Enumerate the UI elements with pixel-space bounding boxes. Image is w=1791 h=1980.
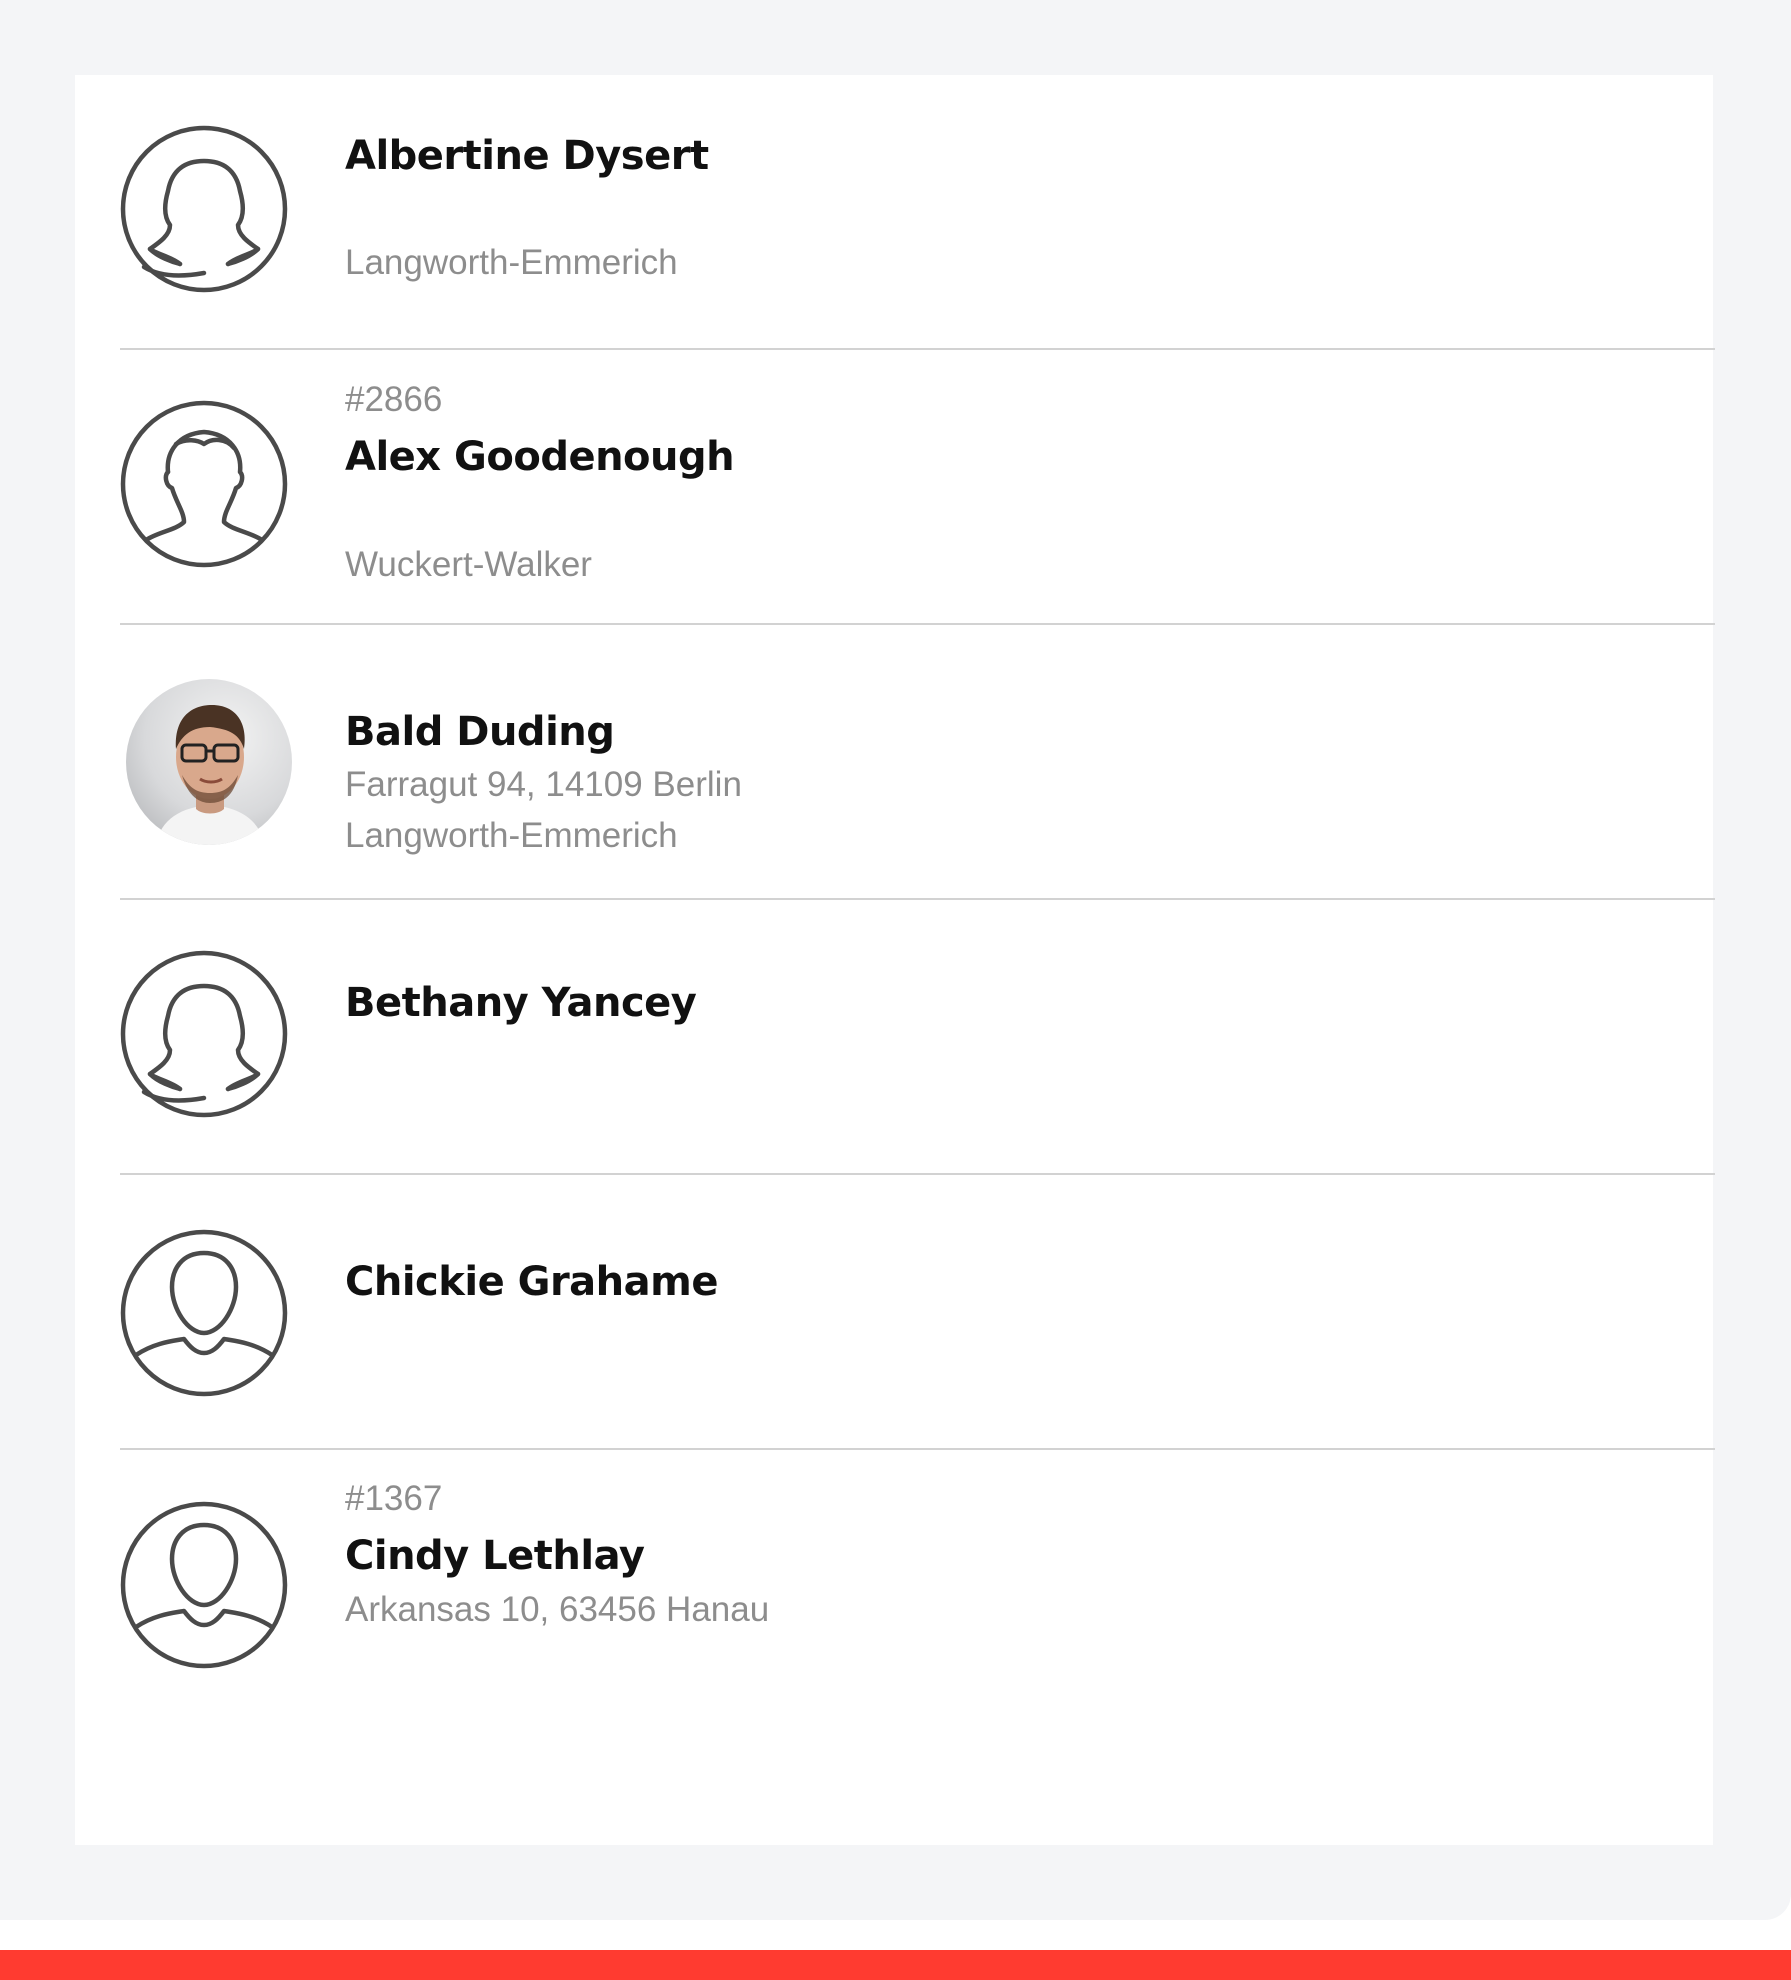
contact-company: Langworth-Emmerich bbox=[345, 243, 678, 282]
contact-details: Bald Duding Farragut 94, 14109 Berlin La… bbox=[345, 625, 1715, 898]
contact-name: Alex Goodenough bbox=[345, 434, 735, 480]
female-avatar-icon bbox=[120, 950, 288, 1118]
contact-details: #1367 Cindy Lethlay Arkansas 10, 63456 H… bbox=[345, 1450, 1715, 1723]
male-avatar-icon bbox=[120, 400, 288, 568]
page-background: Albertine Dysert Langworth-Emmerich #286… bbox=[0, 0, 1791, 1920]
contact-details: Chickie Grahame bbox=[345, 1175, 1715, 1448]
contact-row[interactable]: Albertine Dysert Langworth-Emmerich bbox=[120, 75, 1715, 350]
contact-company: Langworth-Emmerich bbox=[345, 816, 678, 855]
contact-address: Farragut 94, 14109 Berlin bbox=[345, 765, 742, 804]
neutral-avatar-icon bbox=[120, 1229, 288, 1397]
contact-details: #2866 Alex Goodenough Wuckert-Walker bbox=[345, 350, 1715, 623]
contact-id: #1367 bbox=[345, 1479, 443, 1518]
contact-row[interactable]: Chickie Grahame bbox=[120, 1175, 1715, 1450]
contact-row[interactable]: #2866 Alex Goodenough Wuckert-Walker bbox=[120, 350, 1715, 625]
contact-name: Cindy Lethlay bbox=[345, 1533, 645, 1579]
contact-name: Chickie Grahame bbox=[345, 1259, 718, 1305]
contact-id: #2866 bbox=[345, 380, 443, 419]
neutral-avatar-icon bbox=[120, 1501, 288, 1669]
accent-bar bbox=[0, 1950, 1791, 1980]
contact-row[interactable]: Bethany Yancey bbox=[120, 900, 1715, 1175]
profile-photo bbox=[126, 679, 292, 845]
contact-row[interactable]: Bald Duding Farragut 94, 14109 Berlin La… bbox=[120, 625, 1715, 900]
contact-name: Bethany Yancey bbox=[345, 980, 697, 1026]
contact-name: Bald Duding bbox=[345, 709, 615, 755]
contact-company: Wuckert-Walker bbox=[345, 545, 592, 584]
contact-address: Arkansas 10, 63456 Hanau bbox=[345, 1590, 770, 1629]
female-avatar-icon bbox=[120, 125, 288, 293]
contact-name: Albertine Dysert bbox=[345, 133, 709, 179]
contact-row[interactable]: #1367 Cindy Lethlay Arkansas 10, 63456 H… bbox=[120, 1450, 1715, 1725]
contacts-card: Albertine Dysert Langworth-Emmerich #286… bbox=[75, 75, 1715, 1845]
contact-list: Albertine Dysert Langworth-Emmerich #286… bbox=[120, 75, 1715, 1725]
contact-details: Bethany Yancey bbox=[345, 900, 1715, 1173]
contact-details: Albertine Dysert Langworth-Emmerich bbox=[345, 75, 1715, 348]
